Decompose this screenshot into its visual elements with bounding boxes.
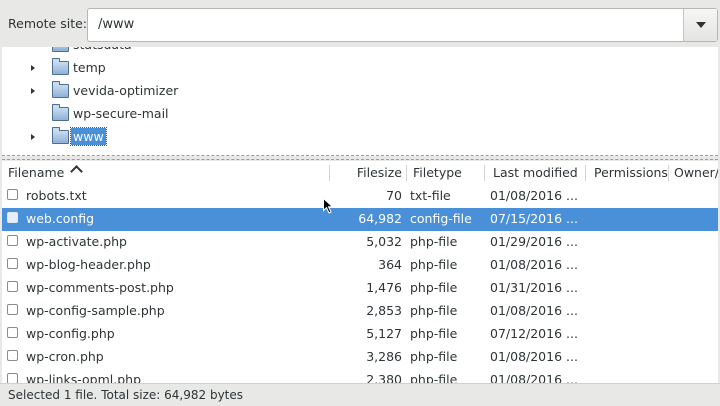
column-separator[interactable] — [406, 165, 407, 181]
file-row[interactable]: wp-cron.php 3,286 php-file 01/08/2016 ... — [2, 346, 718, 369]
remote-file-list[interactable]: Filename Filesize Filetype Last modified… — [2, 161, 718, 383]
chevron-down-icon — [696, 22, 706, 28]
file-last-modified: 01/08/2016 ... — [490, 372, 578, 383]
tree-item[interactable]: wp-secure-mail — [2, 103, 718, 125]
file-size: 5,127 — [366, 326, 402, 341]
column-header-last-modified[interactable]: Last modified — [493, 165, 578, 181]
file-row[interactable]: robots.txt 70 txt-file 01/08/2016 ... — [2, 185, 718, 208]
file-name: wp-config.php — [26, 326, 115, 341]
folder-icon — [52, 81, 69, 98]
remote-site-bar: Remote site: /www — [0, 0, 720, 48]
tree-item[interactable]: statsdata — [2, 47, 718, 56]
file-icon — [7, 304, 18, 315]
remote-site-combobox[interactable]: /www — [87, 8, 718, 42]
file-row[interactable]: wp-config.php 5,127 php-file 07/12/2016 ... — [2, 323, 718, 346]
file-icon — [7, 189, 18, 200]
file-icon — [7, 327, 18, 338]
column-separator[interactable] — [484, 165, 485, 181]
folder-icon — [52, 58, 69, 75]
file-size: 3,286 — [366, 349, 402, 364]
tree-item-label: www — [70, 127, 107, 146]
file-size: 1,476 — [366, 280, 402, 295]
file-icon — [7, 281, 18, 292]
tree-item-label: temp — [73, 60, 106, 75]
file-row[interactable]: wp-config-sample.php 2,853 php-file 01/08/2… — [2, 300, 718, 323]
tree-item-label: statsdata — [71, 47, 134, 53]
file-name: wp-config-sample.php — [26, 303, 165, 318]
column-separator[interactable] — [329, 165, 330, 181]
file-icon — [7, 212, 18, 223]
tree-item-label: wp-secure-mail — [73, 106, 169, 121]
file-row[interactable]: wp-activate.php 5,032 php-file 01/29/2016 .… — [2, 231, 718, 254]
file-icon — [7, 350, 18, 361]
file-type: php-file — [410, 349, 458, 364]
file-list-header: Filename Filesize Filetype Last modified… — [2, 161, 718, 185]
file-type: php-file — [410, 280, 458, 295]
file-icon — [7, 235, 18, 246]
file-last-modified: 07/12/2016 ... — [490, 326, 578, 341]
column-header-owner-group[interactable]: Owner/Group — [674, 165, 718, 181]
file-type: txt-file — [410, 188, 451, 203]
mouse-cursor-icon — [323, 198, 333, 214]
status-bar: Selected 1 file. Total size: 64,982 byte… — [0, 383, 720, 406]
file-type: php-file — [410, 303, 458, 318]
tree-item[interactable]: vevida-optimizer — [2, 80, 718, 102]
file-last-modified: 07/15/2016 ... — [490, 211, 578, 226]
column-header-filename[interactable]: Filename — [8, 165, 64, 181]
file-type: php-file — [410, 257, 458, 272]
file-type: php-file — [410, 234, 458, 249]
file-name: wp-blog-header.php — [26, 257, 151, 272]
folder-icon — [52, 104, 69, 121]
file-size: 364 — [378, 257, 402, 272]
column-header-filesize[interactable]: Filesize — [337, 165, 402, 181]
remote-directory-tree[interactable]: statsdata temp vevida-optimizer wp-secure-m… — [2, 47, 718, 156]
column-separator[interactable] — [585, 165, 586, 181]
file-size: 64,982 — [358, 211, 402, 226]
file-last-modified: 01/08/2016 ... — [490, 188, 578, 203]
file-size: 70 — [386, 188, 402, 203]
expand-arrow-icon[interactable] — [31, 88, 35, 94]
file-size: 2,380 — [366, 372, 402, 383]
file-last-modified: 01/08/2016 ... — [490, 303, 578, 318]
file-name: web.config — [26, 211, 95, 226]
file-last-modified: 01/08/2016 ... — [490, 257, 578, 272]
column-separator[interactable] — [668, 165, 669, 181]
folder-icon — [52, 47, 69, 52]
file-name: wp-comments-post.php — [26, 280, 174, 295]
file-name: wp-activate.php — [26, 234, 127, 249]
file-row[interactable]: web.config 64,982 config-file 07/15/2016 ..… — [2, 208, 718, 231]
file-icon — [7, 258, 18, 269]
file-last-modified: 01/29/2016 ... — [490, 234, 578, 249]
file-name: wp-links-opml.php — [26, 372, 142, 383]
file-name: wp-cron.php — [26, 349, 104, 364]
expand-arrow-icon[interactable] — [31, 65, 35, 71]
remote-site-label: Remote site: — [8, 16, 87, 31]
tree-item-label: vevida-optimizer — [73, 83, 179, 98]
status-text: Selected 1 file. Total size: 64,982 byte… — [8, 388, 244, 402]
column-header-filetype[interactable]: Filetype — [413, 165, 462, 181]
file-type: php-file — [410, 372, 458, 383]
file-type: config-file — [410, 211, 472, 226]
file-size: 5,032 — [366, 234, 402, 249]
tree-item[interactable]: temp — [2, 57, 718, 79]
remote-site-dropdown-button[interactable] — [683, 9, 717, 41]
file-type: php-file — [410, 326, 458, 341]
file-last-modified: 01/31/2016 ... — [490, 280, 578, 295]
tree-item[interactable]: www — [2, 126, 718, 148]
file-last-modified: 01/08/2016 ... — [490, 349, 578, 364]
folder-icon — [52, 127, 69, 144]
sort-ascending-icon — [70, 165, 83, 178]
file-row[interactable]: wp-comments-post.php 1,476 php-file 01/31/2… — [2, 277, 718, 300]
file-row[interactable]: wp-links-opml.php 2,380 php-file 01/08/2016… — [2, 369, 718, 383]
file-row[interactable]: wp-blog-header.php 364 php-file 01/08/2016 … — [2, 254, 718, 277]
column-header-permissions[interactable]: Permissions — [594, 165, 668, 181]
expand-arrow-icon[interactable] — [31, 134, 35, 140]
file-size: 2,853 — [366, 303, 402, 318]
file-name: robots.txt — [26, 188, 87, 203]
remote-site-path-input[interactable]: /www — [98, 17, 134, 32]
file-icon — [7, 373, 18, 383]
